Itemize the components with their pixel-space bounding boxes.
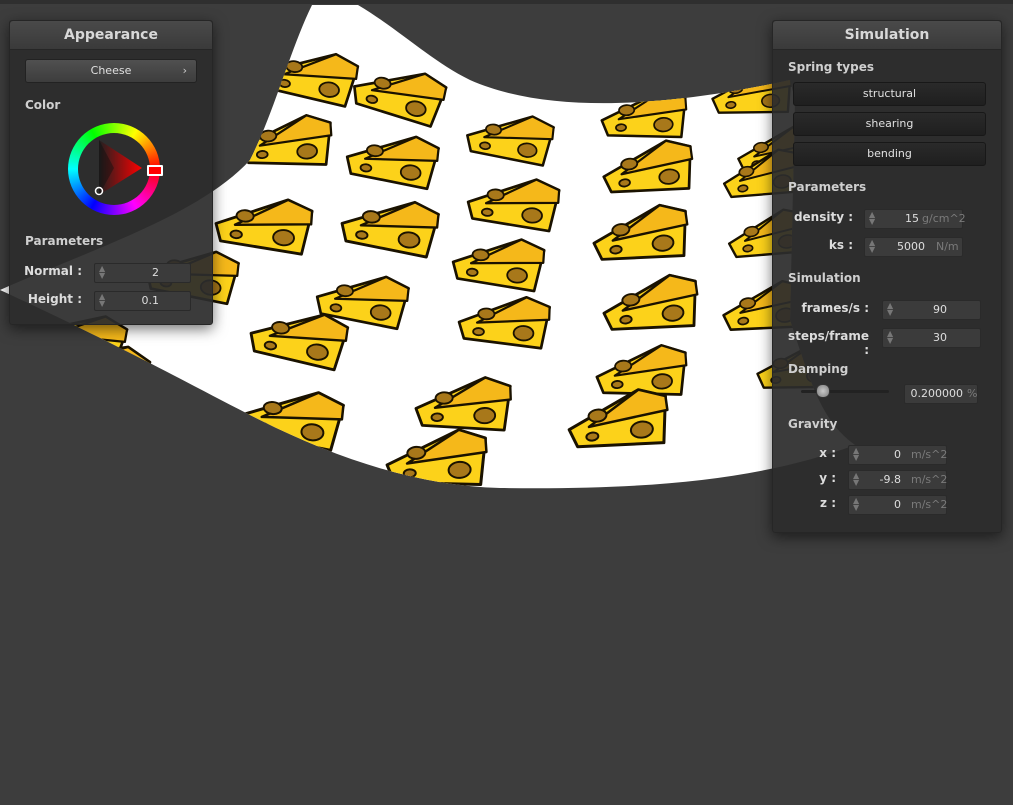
density-label: density :: [793, 210, 853, 224]
stepper-icon[interactable]: ▲ ▼: [853, 497, 859, 512]
steps-field[interactable]: ▲ ▼ 30: [882, 328, 981, 348]
stepper-icon[interactable]: ▲ ▼: [99, 265, 105, 280]
normal-value: 2: [152, 266, 159, 279]
stepper-icon[interactable]: ▲ ▼: [853, 472, 859, 487]
gravity-z-unit: m/s^2: [911, 498, 948, 511]
bending-button[interactable]: bending: [793, 142, 986, 166]
color-section-label: Color: [25, 98, 61, 112]
ks-unit: N/m: [936, 240, 959, 253]
spring-types-label: Spring types: [788, 60, 875, 74]
steps-label: steps/frame :: [787, 329, 869, 357]
stepper-icon[interactable]: ▲ ▼: [869, 211, 875, 226]
damping-unit: %: [967, 387, 978, 400]
damping-slider-knob[interactable]: [816, 384, 831, 398]
chevron-right-icon: ›: [182, 64, 187, 77]
gravity-x-unit: m/s^2: [911, 448, 948, 461]
normal-field[interactable]: ▲ ▼ 2: [94, 263, 191, 283]
gravity-z-value: 0: [894, 498, 901, 511]
gravity-y-unit: m/s^2: [911, 473, 948, 486]
normal-label: Normal :: [24, 264, 82, 278]
simulation-panel: Simulation Spring types structural shear…: [772, 20, 1002, 533]
density-value: 15: [905, 212, 919, 225]
simulation-panel-title: Simulation: [773, 21, 1001, 50]
density-field[interactable]: ▲ ▼ 15 g/cm^2: [864, 209, 966, 229]
steps-value: 30: [933, 331, 947, 344]
ks-value: 5000: [897, 240, 925, 253]
gravity-x-value: 0: [894, 448, 901, 461]
gravity-y-field[interactable]: ▲ ▼ -9.8 m/s^2: [848, 470, 947, 490]
gravity-z-field[interactable]: ▲ ▼ 0 m/s^2: [848, 495, 947, 515]
appearance-parameters-label: Parameters: [25, 234, 104, 248]
gravity-y-value: -9.8: [879, 473, 901, 486]
gravity-y-label: y :: [819, 471, 836, 485]
gravity-x-field[interactable]: ▲ ▼ 0 m/s^2: [848, 445, 947, 465]
ks-field[interactable]: ▲ ▼ 5000 N/m: [864, 237, 963, 257]
gravity-x-label: x :: [819, 446, 836, 460]
window-top-edge: [0, 0, 1013, 4]
stepper-icon[interactable]: ▲ ▼: [887, 330, 893, 345]
simulation-section-label: Simulation: [788, 271, 861, 285]
appearance-panel-title: Appearance: [10, 21, 212, 50]
stepper-icon[interactable]: ▲ ▼: [887, 302, 893, 317]
cheese-tile: [598, 87, 690, 144]
damping-label: Damping: [788, 362, 849, 376]
stepper-icon[interactable]: ▲ ▼: [99, 293, 105, 308]
height-label: Height :: [27, 292, 82, 306]
appearance-panel: Appearance Cheese › Color Parameters Nor…: [9, 20, 213, 325]
sim-parameters-label: Parameters: [788, 180, 867, 194]
hue-selector[interactable]: [147, 165, 163, 176]
texture-select[interactable]: Cheese ›: [25, 59, 197, 83]
stepper-icon[interactable]: ▲ ▼: [853, 447, 859, 462]
damping-field[interactable]: 0.200000 %: [904, 384, 978, 404]
color-wheel[interactable]: [68, 123, 163, 215]
density-unit: g/cm^2: [922, 212, 966, 225]
fps-value: 90: [933, 303, 947, 316]
height-field[interactable]: ▲ ▼ 0.1: [94, 291, 191, 311]
damping-value: 0.200000: [910, 387, 964, 400]
damping-slider[interactable]: [801, 382, 889, 400]
ks-label: ks :: [828, 238, 853, 252]
gravity-z-label: z :: [820, 496, 836, 510]
structural-button[interactable]: structural: [793, 82, 986, 106]
shearing-button[interactable]: shearing: [793, 112, 986, 136]
stepper-icon[interactable]: ▲ ▼: [869, 239, 875, 254]
gravity-label: Gravity: [788, 417, 838, 431]
fps-field[interactable]: ▲ ▼ 90: [882, 300, 981, 320]
damping-slider-track: [801, 390, 889, 393]
fps-label: frames/s :: [801, 301, 869, 315]
height-value: 0.1: [141, 294, 160, 307]
texture-select-value: Cheese: [90, 64, 132, 77]
